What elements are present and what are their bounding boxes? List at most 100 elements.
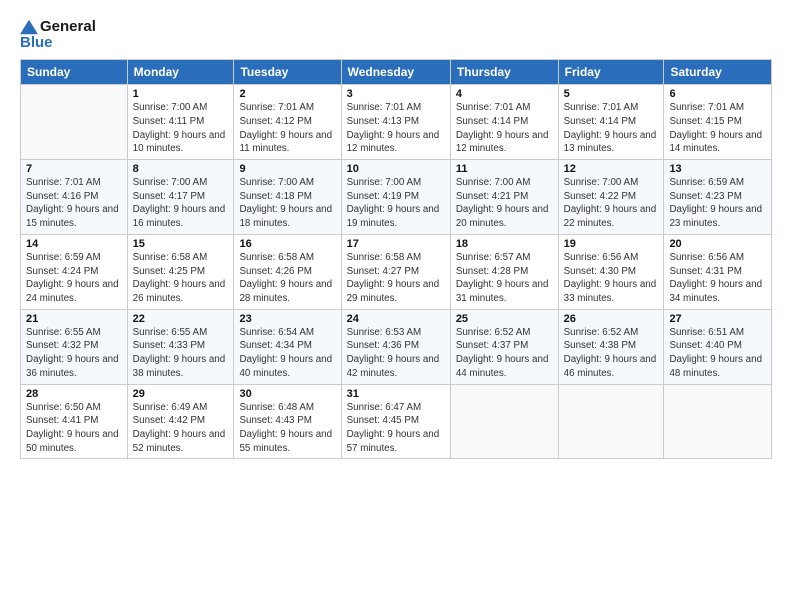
calendar-week-2: 7Sunrise: 7:01 AMSunset: 4:16 PMDaylight… bbox=[21, 160, 772, 235]
day-number: 21 bbox=[26, 313, 122, 325]
day-number: 3 bbox=[347, 88, 445, 100]
day-info: Sunrise: 6:58 AMSunset: 4:26 PMDaylight:… bbox=[239, 251, 335, 306]
calendar-week-5: 28Sunrise: 6:50 AMSunset: 4:41 PMDayligh… bbox=[21, 384, 772, 459]
day-info: Sunrise: 6:48 AMSunset: 4:43 PMDaylight:… bbox=[239, 401, 335, 456]
day-info: Sunrise: 7:01 AMSunset: 4:15 PMDaylight:… bbox=[669, 101, 766, 156]
calendar-cell: 25Sunrise: 6:52 AMSunset: 4:37 PMDayligh… bbox=[450, 309, 558, 384]
day-info: Sunrise: 6:56 AMSunset: 4:30 PMDaylight:… bbox=[564, 251, 659, 306]
day-info: Sunrise: 6:55 AMSunset: 4:33 PMDaylight:… bbox=[133, 326, 229, 381]
day-info: Sunrise: 6:49 AMSunset: 4:42 PMDaylight:… bbox=[133, 401, 229, 456]
day-number: 7 bbox=[26, 163, 122, 175]
day-number: 15 bbox=[133, 238, 229, 250]
calendar-table: SundayMondayTuesdayWednesdayThursdayFrid… bbox=[20, 59, 772, 459]
header-tuesday: Tuesday bbox=[234, 60, 341, 85]
day-number: 20 bbox=[669, 238, 766, 250]
day-number: 2 bbox=[239, 88, 335, 100]
calendar-week-4: 21Sunrise: 6:55 AMSunset: 4:32 PMDayligh… bbox=[21, 309, 772, 384]
calendar-cell: 21Sunrise: 6:55 AMSunset: 4:32 PMDayligh… bbox=[21, 309, 128, 384]
calendar-cell: 14Sunrise: 6:59 AMSunset: 4:24 PMDayligh… bbox=[21, 234, 128, 309]
calendar-cell: 20Sunrise: 6:56 AMSunset: 4:31 PMDayligh… bbox=[664, 234, 772, 309]
calendar-cell: 5Sunrise: 7:01 AMSunset: 4:14 PMDaylight… bbox=[558, 85, 664, 160]
calendar-week-1: 1Sunrise: 7:00 AMSunset: 4:11 PMDaylight… bbox=[21, 85, 772, 160]
day-info: Sunrise: 6:52 AMSunset: 4:37 PMDaylight:… bbox=[456, 326, 553, 381]
calendar-cell: 1Sunrise: 7:00 AMSunset: 4:11 PMDaylight… bbox=[127, 85, 234, 160]
day-info: Sunrise: 6:55 AMSunset: 4:32 PMDaylight:… bbox=[26, 326, 122, 381]
calendar-cell: 30Sunrise: 6:48 AMSunset: 4:43 PMDayligh… bbox=[234, 384, 341, 459]
day-info: Sunrise: 6:50 AMSunset: 4:41 PMDaylight:… bbox=[26, 401, 122, 456]
calendar-cell: 23Sunrise: 6:54 AMSunset: 4:34 PMDayligh… bbox=[234, 309, 341, 384]
day-info: Sunrise: 7:01 AMSunset: 4:14 PMDaylight:… bbox=[564, 101, 659, 156]
day-number: 16 bbox=[239, 238, 335, 250]
day-number: 29 bbox=[133, 388, 229, 400]
day-number: 27 bbox=[669, 313, 766, 325]
calendar-cell: 11Sunrise: 7:00 AMSunset: 4:21 PMDayligh… bbox=[450, 160, 558, 235]
day-number: 10 bbox=[347, 163, 445, 175]
day-info: Sunrise: 7:00 AMSunset: 4:17 PMDaylight:… bbox=[133, 176, 229, 231]
day-info: Sunrise: 7:00 AMSunset: 4:18 PMDaylight:… bbox=[239, 176, 335, 231]
day-info: Sunrise: 7:00 AMSunset: 4:11 PMDaylight:… bbox=[133, 101, 229, 156]
day-info: Sunrise: 7:01 AMSunset: 4:12 PMDaylight:… bbox=[239, 101, 335, 156]
day-info: Sunrise: 7:01 AMSunset: 4:13 PMDaylight:… bbox=[347, 101, 445, 156]
day-number: 26 bbox=[564, 313, 659, 325]
day-number: 31 bbox=[347, 388, 445, 400]
day-info: Sunrise: 6:59 AMSunset: 4:23 PMDaylight:… bbox=[669, 176, 766, 231]
day-number: 6 bbox=[669, 88, 766, 100]
day-number: 24 bbox=[347, 313, 445, 325]
day-info: Sunrise: 6:47 AMSunset: 4:45 PMDaylight:… bbox=[347, 401, 445, 456]
day-info: Sunrise: 6:53 AMSunset: 4:36 PMDaylight:… bbox=[347, 326, 445, 381]
header-monday: Monday bbox=[127, 60, 234, 85]
day-number: 23 bbox=[239, 313, 335, 325]
header-sunday: Sunday bbox=[21, 60, 128, 85]
day-number: 11 bbox=[456, 163, 553, 175]
day-number: 19 bbox=[564, 238, 659, 250]
calendar-cell: 27Sunrise: 6:51 AMSunset: 4:40 PMDayligh… bbox=[664, 309, 772, 384]
header-thursday: Thursday bbox=[450, 60, 558, 85]
calendar-cell: 15Sunrise: 6:58 AMSunset: 4:25 PMDayligh… bbox=[127, 234, 234, 309]
calendar-cell: 17Sunrise: 6:58 AMSunset: 4:27 PMDayligh… bbox=[341, 234, 450, 309]
calendar-header-row: SundayMondayTuesdayWednesdayThursdayFrid… bbox=[21, 60, 772, 85]
calendar-cell: 29Sunrise: 6:49 AMSunset: 4:42 PMDayligh… bbox=[127, 384, 234, 459]
calendar-cell: 24Sunrise: 6:53 AMSunset: 4:36 PMDayligh… bbox=[341, 309, 450, 384]
day-info: Sunrise: 6:57 AMSunset: 4:28 PMDaylight:… bbox=[456, 251, 553, 306]
day-number: 13 bbox=[669, 163, 766, 175]
calendar-week-3: 14Sunrise: 6:59 AMSunset: 4:24 PMDayligh… bbox=[21, 234, 772, 309]
calendar-cell: 3Sunrise: 7:01 AMSunset: 4:13 PMDaylight… bbox=[341, 85, 450, 160]
calendar-cell: 9Sunrise: 7:00 AMSunset: 4:18 PMDaylight… bbox=[234, 160, 341, 235]
calendar-cell: 31Sunrise: 6:47 AMSunset: 4:45 PMDayligh… bbox=[341, 384, 450, 459]
header-wednesday: Wednesday bbox=[341, 60, 450, 85]
day-info: Sunrise: 6:58 AMSunset: 4:27 PMDaylight:… bbox=[347, 251, 445, 306]
day-number: 25 bbox=[456, 313, 553, 325]
header-friday: Friday bbox=[558, 60, 664, 85]
day-number: 14 bbox=[26, 238, 122, 250]
day-number: 4 bbox=[456, 88, 553, 100]
day-number: 30 bbox=[239, 388, 335, 400]
calendar-cell: 26Sunrise: 6:52 AMSunset: 4:38 PMDayligh… bbox=[558, 309, 664, 384]
calendar-cell: 28Sunrise: 6:50 AMSunset: 4:41 PMDayligh… bbox=[21, 384, 128, 459]
day-info: Sunrise: 7:01 AMSunset: 4:16 PMDaylight:… bbox=[26, 176, 122, 231]
calendar-cell: 18Sunrise: 6:57 AMSunset: 4:28 PMDayligh… bbox=[450, 234, 558, 309]
day-info: Sunrise: 7:01 AMSunset: 4:14 PMDaylight:… bbox=[456, 101, 553, 156]
calendar-cell: 2Sunrise: 7:01 AMSunset: 4:12 PMDaylight… bbox=[234, 85, 341, 160]
day-info: Sunrise: 6:52 AMSunset: 4:38 PMDaylight:… bbox=[564, 326, 659, 381]
header-saturday: Saturday bbox=[664, 60, 772, 85]
day-info: Sunrise: 6:56 AMSunset: 4:31 PMDaylight:… bbox=[669, 251, 766, 306]
calendar-cell: 22Sunrise: 6:55 AMSunset: 4:33 PMDayligh… bbox=[127, 309, 234, 384]
calendar-cell: 10Sunrise: 7:00 AMSunset: 4:19 PMDayligh… bbox=[341, 160, 450, 235]
day-info: Sunrise: 7:00 AMSunset: 4:22 PMDaylight:… bbox=[564, 176, 659, 231]
day-info: Sunrise: 7:00 AMSunset: 4:19 PMDaylight:… bbox=[347, 176, 445, 231]
day-info: Sunrise: 6:51 AMSunset: 4:40 PMDaylight:… bbox=[669, 326, 766, 381]
calendar-cell bbox=[21, 85, 128, 160]
logo: General Blue bbox=[20, 18, 96, 51]
calendar-cell: 7Sunrise: 7:01 AMSunset: 4:16 PMDaylight… bbox=[21, 160, 128, 235]
calendar-cell: 8Sunrise: 7:00 AMSunset: 4:17 PMDaylight… bbox=[127, 160, 234, 235]
calendar-cell: 6Sunrise: 7:01 AMSunset: 4:15 PMDaylight… bbox=[664, 85, 772, 160]
day-number: 9 bbox=[239, 163, 335, 175]
calendar-cell: 12Sunrise: 7:00 AMSunset: 4:22 PMDayligh… bbox=[558, 160, 664, 235]
header: General Blue bbox=[20, 18, 772, 51]
day-info: Sunrise: 6:58 AMSunset: 4:25 PMDaylight:… bbox=[133, 251, 229, 306]
day-number: 8 bbox=[133, 163, 229, 175]
calendar-cell bbox=[450, 384, 558, 459]
day-number: 17 bbox=[347, 238, 445, 250]
calendar-cell: 16Sunrise: 6:58 AMSunset: 4:26 PMDayligh… bbox=[234, 234, 341, 309]
day-info: Sunrise: 7:00 AMSunset: 4:21 PMDaylight:… bbox=[456, 176, 553, 231]
